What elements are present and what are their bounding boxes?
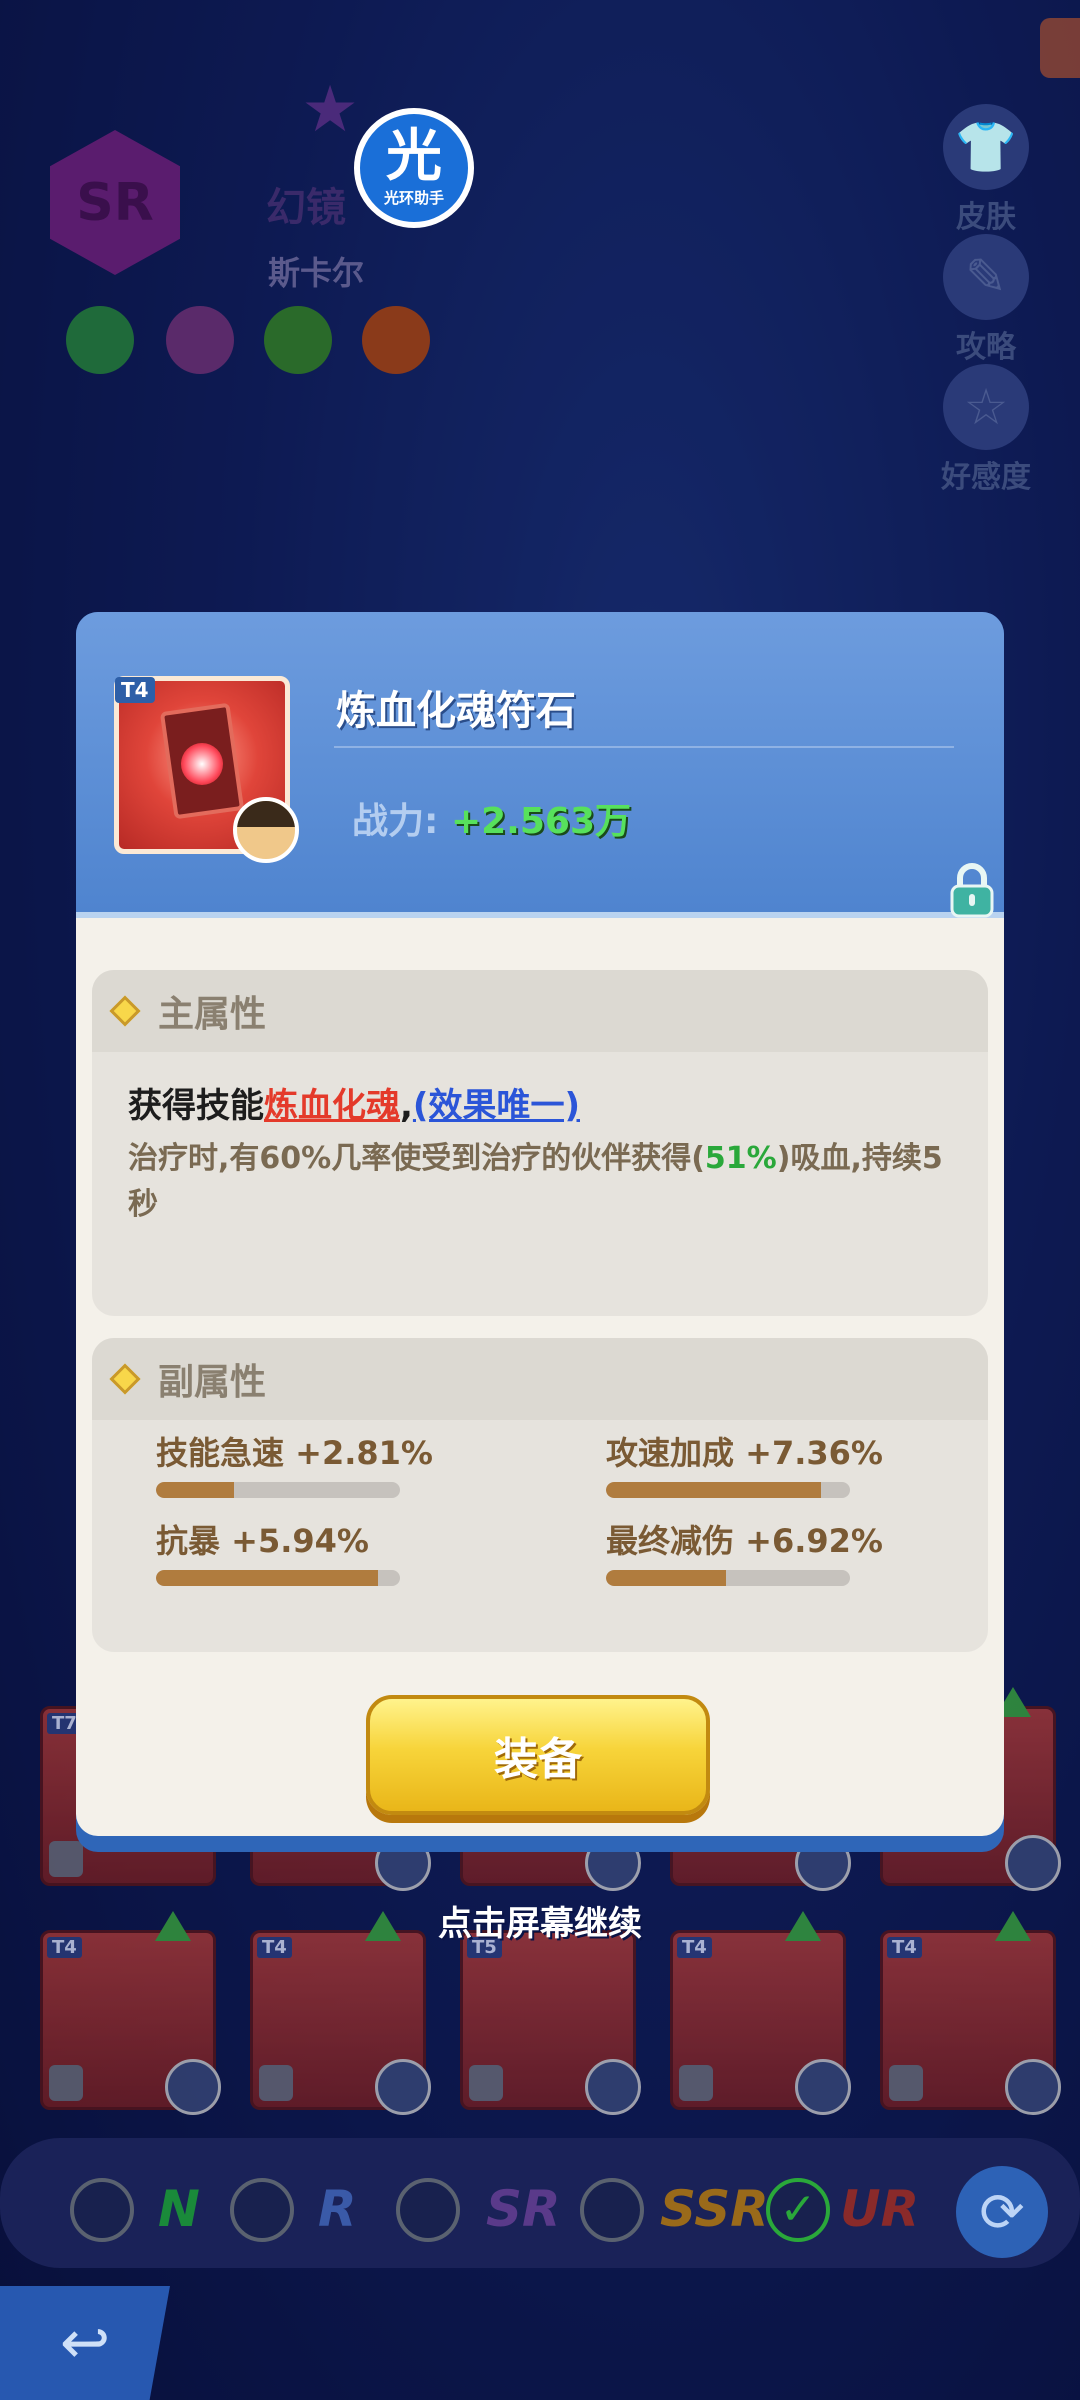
sub-attribute-title: 副属性 xyxy=(158,1362,267,1403)
lock-icon xyxy=(259,2065,293,2101)
back-button[interactable]: ↩ xyxy=(0,2286,170,2400)
main-attribute-header: 主属性 xyxy=(92,970,988,1052)
lock-icon xyxy=(49,2065,83,2101)
hero-subtitle: 斯卡尔 xyxy=(268,254,365,292)
refresh-icon[interactable]: ⟳ xyxy=(956,2166,1048,2258)
diamond-icon xyxy=(109,1363,141,1395)
sub-stat-label: 抗暴 +5.94% xyxy=(156,1522,369,1560)
hero-name: 幻镜 xyxy=(266,185,346,231)
sub-stat-label: 技能急速 +2.81% xyxy=(156,1434,433,1472)
skill-icon-wind[interactable] xyxy=(66,306,134,374)
desc-percent: 51% xyxy=(704,1141,777,1176)
sub-stat-bar-fill xyxy=(156,1570,379,1586)
filter-label-r[interactable]: R xyxy=(318,2180,357,2238)
avatar xyxy=(1005,1835,1061,1891)
modal-header: T4 炼血化魂符石 战力: +2.563万 xyxy=(76,612,1004,918)
item-tier-tag: T4 xyxy=(115,677,155,703)
lock-icon[interactable] xyxy=(946,862,998,918)
sub-stat-bar xyxy=(606,1570,850,1586)
sub-stat: 最终减伤 +6.92% xyxy=(606,1516,906,1586)
guide-button[interactable]: ✎ 攻略 xyxy=(926,234,1046,366)
rune-gem-icon xyxy=(181,743,223,785)
avatar xyxy=(375,2059,431,2115)
filter-checkbox-ur-checked[interactable]: ✓ xyxy=(766,2178,830,2242)
sub-stat-label: 最终减伤 +6.92% xyxy=(606,1522,883,1560)
avatar xyxy=(585,2059,641,2115)
sub-stat-bar xyxy=(606,1482,850,1498)
sub-attribute-header: 副属性 xyxy=(92,1338,988,1420)
star-icon: ★ xyxy=(301,73,359,147)
card-tile[interactable]: T5 xyxy=(460,1930,641,2115)
filter-label-ur[interactable]: UR xyxy=(840,2180,919,2238)
sub-stat-label: 攻速加成 +7.36% xyxy=(606,1434,883,1472)
affinity-star-icon: ☆ xyxy=(943,364,1029,450)
item-name: 炼血化魂符石 xyxy=(336,688,576,734)
skin-button[interactable]: 👕 皮肤 xyxy=(926,104,1046,236)
separator: , xyxy=(400,1086,413,1126)
skill-name-link[interactable]: 炼血化魂 xyxy=(264,1086,400,1126)
owner-avatar xyxy=(233,797,299,863)
avatar xyxy=(1005,2059,1061,2115)
main-attribute-line: 获得技能炼血化魂,(效果唯一) xyxy=(128,1078,580,1127)
guide-button-label: 攻略 xyxy=(956,330,1016,365)
card-tile[interactable]: T4 xyxy=(40,1911,221,2115)
power-row: 战力: +2.563万 xyxy=(352,792,631,844)
filter-checkbox-ssr[interactable] xyxy=(580,2178,644,2242)
assistant-badge-label: 光环助手 xyxy=(383,188,444,207)
tap-to-continue-hint: 点击屏幕继续 xyxy=(438,1904,642,1944)
diamond-icon xyxy=(109,995,141,1027)
sub-stat-bar-fill xyxy=(606,1482,821,1498)
filter-checkbox-n[interactable] xyxy=(70,2178,134,2242)
title-divider xyxy=(334,746,954,748)
skill-icon-mystery[interactable] xyxy=(166,306,234,374)
sub-stat-bar xyxy=(156,1482,400,1498)
unique-effect-link[interactable]: (效果唯一) xyxy=(413,1086,580,1126)
main-attribute-section: 主属性 获得技能炼血化魂,(效果唯一) 治疗时,有60%几率使受到治疗的伙伴获得… xyxy=(92,970,988,1316)
avatar xyxy=(165,2059,221,2115)
skin-button-label: 皮肤 xyxy=(956,200,1016,235)
desc-part1: 治疗时,有60%几率使受到治疗的伙伴获得( xyxy=(128,1141,705,1176)
filter-checkbox-sr[interactable] xyxy=(396,2178,460,2242)
affinity-button-label: 好感度 xyxy=(941,460,1031,495)
power-label: 战力: xyxy=(352,801,439,842)
corner-icon[interactable] xyxy=(1040,18,1080,78)
rarity-badge-label: SR xyxy=(76,172,154,233)
guide-icon: ✎ xyxy=(943,234,1029,320)
sub-stat: 抗暴 +5.94% xyxy=(156,1516,456,1586)
card-tile[interactable]: T4 xyxy=(880,1911,1061,2115)
avatar xyxy=(795,2059,851,2115)
sub-attribute-section: 副属性 技能急速 +2.81% 攻速加成 +7.36% 抗暴 +5.94% 最终… xyxy=(92,1338,988,1652)
lock-icon xyxy=(469,2065,503,2101)
filter-label-ssr[interactable]: SSR xyxy=(660,2180,769,2238)
power-value: +2.563万 xyxy=(450,801,631,842)
sub-stat-bar-fill xyxy=(156,1482,235,1498)
item-detail-modal: T4 炼血化魂符石 战力: +2.563万 主属性 获得技能炼血化魂,(效果唯一… xyxy=(76,612,1004,1852)
filter-label-n[interactable]: N xyxy=(158,2180,200,2238)
filter-label-sr[interactable]: SR xyxy=(486,2180,561,2238)
skill-prefix: 获得技能 xyxy=(128,1086,264,1126)
assistant-badge-char: 光 xyxy=(386,123,442,189)
skill-icon-feather[interactable] xyxy=(362,306,430,374)
card-tile[interactable]: T4 xyxy=(250,1911,431,2115)
item-icon: T4 xyxy=(114,676,299,863)
sub-stat: 攻速加成 +7.36% xyxy=(606,1428,906,1498)
back-arrow-icon: ↩ xyxy=(59,2308,111,2378)
main-attribute-description: 治疗时,有60%几率使受到治疗的伙伴获得(51%)吸血,持续5秒 xyxy=(128,1136,958,1228)
sub-stat-bar xyxy=(156,1570,400,1586)
main-attribute-title: 主属性 xyxy=(158,994,267,1035)
equip-button[interactable]: 装备 xyxy=(366,1695,710,1815)
card-tile[interactable]: T4 xyxy=(670,1911,851,2115)
sub-stat: 技能急速 +2.81% xyxy=(156,1428,456,1498)
skill-icon-tree[interactable] xyxy=(264,306,332,374)
lock-icon xyxy=(889,2065,923,2101)
affinity-button[interactable]: ☆ 好感度 xyxy=(926,364,1046,496)
sub-stat-bar-fill xyxy=(606,1570,726,1586)
shirt-icon: 👕 xyxy=(943,104,1029,190)
lock-icon xyxy=(679,2065,713,2101)
filter-checkbox-r[interactable] xyxy=(230,2178,294,2242)
assistant-badge[interactable]: 光 光环助手 xyxy=(354,108,474,228)
